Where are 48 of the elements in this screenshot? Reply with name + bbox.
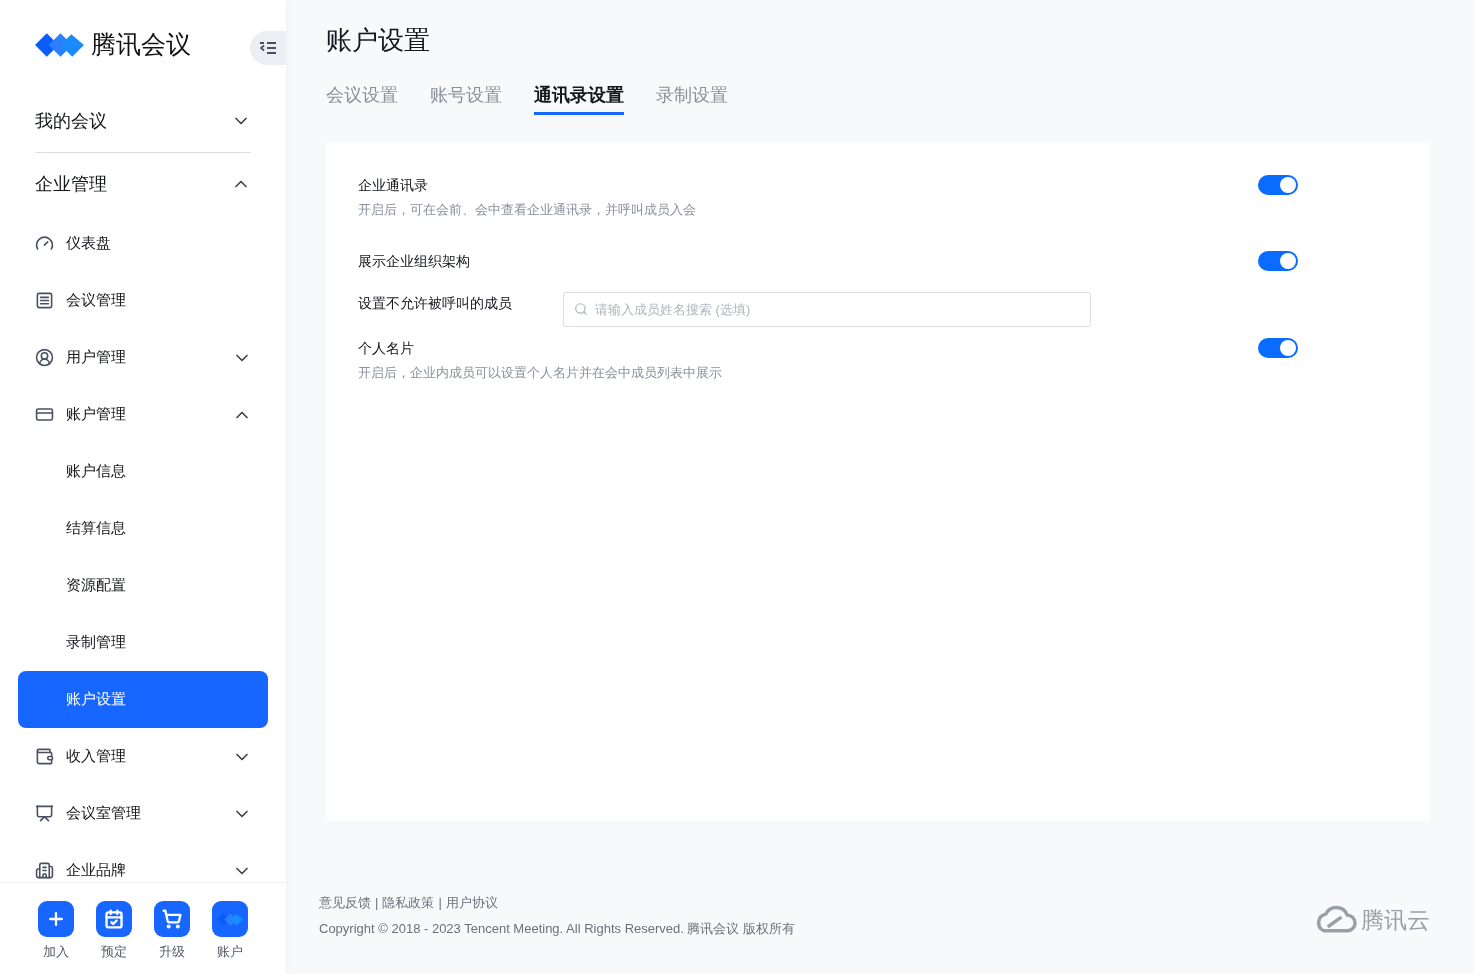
nav-section[interactable]: 企业管理 [0,153,286,215]
collapse-button[interactable] [250,31,286,65]
logo-text: 腾讯会议 [91,29,191,61]
setting-description: 开启后，企业内成员可以设置个人名片并在会中成员列表中展示 [358,363,723,382]
nav-item[interactable]: 企业品牌 [18,842,268,882]
setting-label: 个人名片 [358,338,415,358]
nav-item[interactable]: 会议管理 [18,272,268,329]
toggle-switch[interactable] [1258,250,1298,271]
setting-description: 开启后，可在会前、会中查看企业通讯录，并呼叫成员入会 [358,201,697,219]
toggle-switch[interactable] [1258,337,1298,358]
nav-item[interactable]: 用户管理 [18,329,268,386]
footer-link[interactable]: 隐私政策 [382,893,435,913]
page-title: 账户设置 [326,24,431,57]
setting-label: 企业通讯录 [358,176,429,195]
nav-item[interactable]: 账户信息 [18,443,268,500]
nav-item[interactable]: 录制管理 [18,614,268,671]
setting-label: 设置不允许被呼叫的成员 [358,293,513,313]
nav-item[interactable]: 仪表盘 [18,215,268,272]
tab[interactable]: 通讯录设置 [534,78,624,115]
nav-section[interactable]: 我的会议 [0,90,286,152]
footer-link[interactable]: 用户协议 [445,893,498,913]
footer-link[interactable]: 意见反馈 [319,893,371,913]
building-icon [35,861,54,880]
collapse-icon [260,42,276,54]
brand-text: 腾讯云 [1361,906,1430,935]
toggle-switch[interactable] [1258,175,1298,195]
logo-icon [35,31,84,59]
search-icon [574,301,588,316]
nav-item[interactable]: 资源配置 [18,557,268,614]
card-icon [35,405,54,424]
gauge-icon [35,234,54,253]
nav-item[interactable]: 账户设置 [18,671,268,728]
cart-icon [162,909,182,929]
setting-label: 展示企业组织架构 [358,251,471,271]
separator: | [438,894,442,912]
separator: | [375,894,379,912]
plus-icon [46,909,66,929]
calendar-icon [104,909,124,929]
user-icon [35,348,54,367]
wallet-icon [35,747,54,766]
copyright: Copyright © 2018 - 2023 Tencent Meeting. All Rights Reserved. 腾讯会议 版权所有 [319,919,797,938]
nav-item[interactable]: 会议室管理 [18,785,268,842]
logo-icon [217,911,243,927]
list-icon [35,291,54,310]
nav-item[interactable]: 结算信息 [18,500,268,557]
search-field[interactable]: 请输入成员姓名搜索 (选填) [563,291,1091,327]
nav-item[interactable]: 收入管理 [18,728,268,785]
nav-item[interactable]: 账户管理 [18,386,268,443]
